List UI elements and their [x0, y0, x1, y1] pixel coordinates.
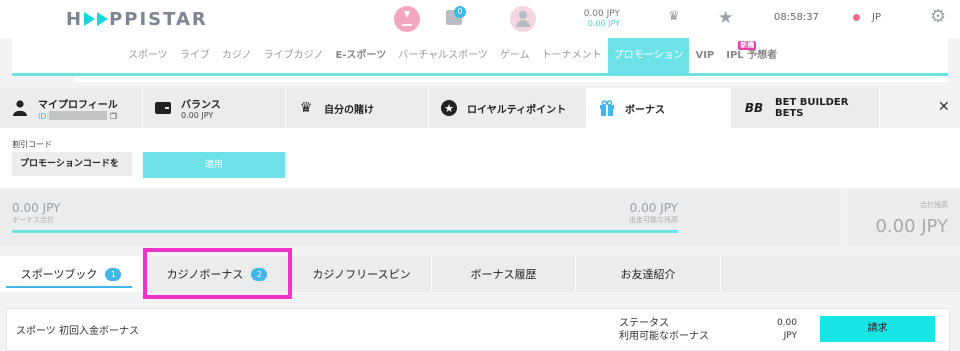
nav-casino[interactable]: カジノ	[216, 38, 258, 73]
balance-sub-amount: 0.00 JPY	[587, 19, 620, 28]
subtab-casino-bonus-label: カジノボーナス	[166, 268, 244, 281]
profile-id: ID: ❐	[38, 110, 118, 121]
gift-count-badge: 0	[454, 6, 466, 18]
subtab-casino-bonus[interactable]: カジノボーナス 2	[143, 256, 292, 292]
nav-vip[interactable]: VIP	[689, 38, 720, 73]
bonus-total-amount: 0.00 JPY	[12, 201, 61, 215]
available-bonus-label: 利用可能なボーナス	[619, 331, 709, 342]
bonus-total-label: ボーナス合計	[12, 216, 54, 224]
total-balance-value: 0.00 JPY	[875, 216, 948, 237]
masked-id	[49, 110, 108, 120]
tab-balance[interactable]: バランス 0.00 JPY	[143, 88, 286, 128]
bet-builder-icon: BB	[744, 101, 764, 115]
gear-icon[interactable]: ⚙	[930, 8, 946, 26]
tab-bonus[interactable]: ボーナス	[587, 88, 731, 128]
subtab-sportsbook[interactable]: スポーツブック 1	[0, 256, 143, 292]
nav-underline-strip	[74, 76, 948, 82]
header-balance[interactable]: 0.00 JPY 0.00 JPY	[560, 9, 620, 29]
promo-code-label: 割引コード	[12, 140, 52, 149]
top-bar: H PPISTAR 0 0.00 JPY 0.00 JPY ♛ ★ 08:58:3…	[0, 0, 960, 38]
nav-tournament[interactable]: トーナメント	[536, 38, 608, 73]
count-badge: 2	[251, 267, 268, 281]
subtab-bonus-history[interactable]: ボーナス履歴	[432, 256, 576, 292]
nav-ipl-label: IPL 予想者	[726, 50, 778, 61]
count-badge: 1	[105, 267, 122, 281]
clock: 08:58:37	[774, 12, 819, 23]
bonus-subtabs: スポーツブック 1 カジノボーナス 2 カジノフリースピン ボーナス履歴 お友達紹介	[0, 256, 960, 292]
profile-title: マイプロフィール	[38, 99, 118, 111]
nav-esports[interactable]: E-スポーツ	[329, 38, 392, 73]
wallet-icon	[155, 100, 171, 116]
status-label: ステータス	[619, 318, 669, 329]
nav-promotions[interactable]: プロモーション	[607, 38, 690, 73]
star-icon[interactable]: ★	[718, 8, 733, 28]
trophy-icon[interactable]: ♛	[668, 10, 686, 24]
japan-flag-icon[interactable]	[853, 14, 860, 21]
subtab-filler	[721, 256, 960, 292]
user-avatar-icon[interactable]	[510, 6, 536, 32]
my-bets-label: 自分の賭け	[324, 104, 374, 116]
bonus-row: スポーツ 初回入金ボーナス ステータス 利用可能なボーナス 0.00 JPY 請…	[6, 308, 950, 351]
account-tabs: マイプロフィール ID: ❐ バランス 0.00 JPY ♛ 自分の賭け ★ ロ…	[0, 88, 880, 128]
download-icon[interactable]	[394, 6, 420, 32]
subtab-history-label: ボーナス履歴	[470, 268, 537, 281]
tab-bet-builder[interactable]: BB BET BUILDER BETS	[731, 88, 880, 128]
total-balance-label: 合計残高	[920, 201, 948, 209]
tab-loyalty-points[interactable]: ★ ロイヤルティポイント	[429, 88, 587, 128]
tab-my-profile[interactable]: マイプロフィール ID: ❐	[0, 88, 143, 128]
profile-id-label: ID:	[38, 111, 50, 121]
subtab-casino-free-spins[interactable]: カジノフリースピン	[292, 256, 432, 292]
user-icon	[12, 100, 28, 116]
star-circle-icon: ★	[441, 100, 457, 116]
claim-button[interactable]: 請求	[820, 316, 935, 342]
main-nav: スポーツ ライブ カジノ ライブカジノ E-スポーツ バーチャルスポーツ ゲーム…	[12, 38, 948, 76]
subtab-sportsbook-label: スポーツブック	[20, 268, 98, 281]
withdrawable-label: 出金可能な残高	[629, 216, 678, 224]
promo-code-input[interactable]: プロモーションコードを	[12, 152, 132, 176]
nav-sports[interactable]: スポーツ	[122, 38, 174, 73]
tab-my-bets[interactable]: ♛ 自分の賭け	[286, 88, 429, 128]
close-icon[interactable]: ✕	[938, 99, 950, 115]
balance-value: 0.00 JPY	[181, 111, 214, 120]
gift-icon	[599, 100, 615, 116]
nav-virtual-sports[interactable]: バーチャルスポーツ	[392, 38, 494, 73]
subtab-free-spins-label: カジノフリースピン	[312, 268, 411, 281]
total-balance-box: 合計残高 0.00 JPY	[848, 188, 960, 246]
bonus-name: スポーツ 初回入金ボーナス	[16, 326, 139, 337]
logo[interactable]: H PPISTAR	[66, 9, 208, 30]
copy-icon[interactable]: ❐	[110, 112, 117, 121]
bonus-progress-bar	[12, 230, 678, 233]
bonus-amount: 0.00 JPY	[747, 317, 797, 343]
bonus-amount-value: 0.00	[776, 318, 797, 328]
language-selector[interactable]: JP	[872, 12, 881, 23]
svg-text:★: ★	[444, 102, 454, 115]
bonus-amount-currency: JPY	[783, 331, 797, 341]
nav-live[interactable]: ライブ	[174, 38, 216, 73]
apply-button[interactable]: 適用	[143, 152, 285, 178]
bet-builder-label: BET BUILDER BETS	[775, 97, 849, 119]
trophy-icon: ♛	[299, 100, 313, 116]
subtab-refer-label: お友達紹介	[620, 268, 676, 281]
bonus-summary: 0.00 JPY ボーナス合計 0.00 JPY 出金可能な残高	[0, 188, 840, 246]
withdrawable-amount: 0.00 JPY	[629, 201, 678, 215]
nav-live-casino[interactable]: ライブカジノ	[258, 38, 330, 73]
balance-title: バランス	[181, 100, 221, 111]
subtab-refer-friend[interactable]: お友達紹介	[576, 256, 721, 292]
bonus-status: ステータス 利用可能なボーナス	[619, 317, 709, 343]
nav-games[interactable]: ゲーム	[494, 38, 536, 73]
balance-amount: 0.00 JPY	[583, 9, 620, 19]
nav-ipl-predictor[interactable]: IPL 予想者 新機	[720, 38, 783, 73]
loyalty-label: ロイヤルティポイント	[467, 104, 567, 116]
bonus-label: ボーナス	[625, 104, 665, 116]
new-badge: 新機	[738, 41, 757, 50]
